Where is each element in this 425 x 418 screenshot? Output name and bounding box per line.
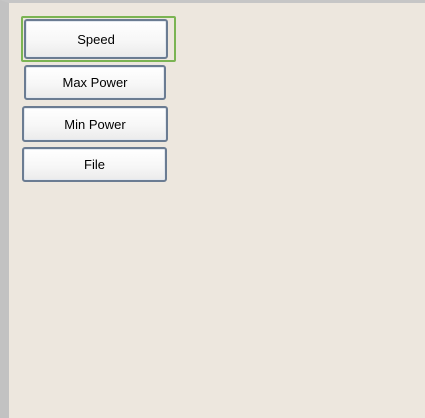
max-power-button[interactable]: Max Power (24, 65, 166, 100)
min-power-button[interactable]: Min Power (22, 106, 168, 142)
max-power-button-label: Max Power (62, 75, 128, 90)
speed-button-label: Speed (77, 31, 115, 47)
min-power-button-label: Min Power (64, 116, 126, 132)
speed-button[interactable]: Speed (24, 19, 168, 59)
file-button-label: File (84, 157, 105, 172)
file-button[interactable]: File (22, 147, 167, 182)
settings-panel (0, 0, 425, 418)
